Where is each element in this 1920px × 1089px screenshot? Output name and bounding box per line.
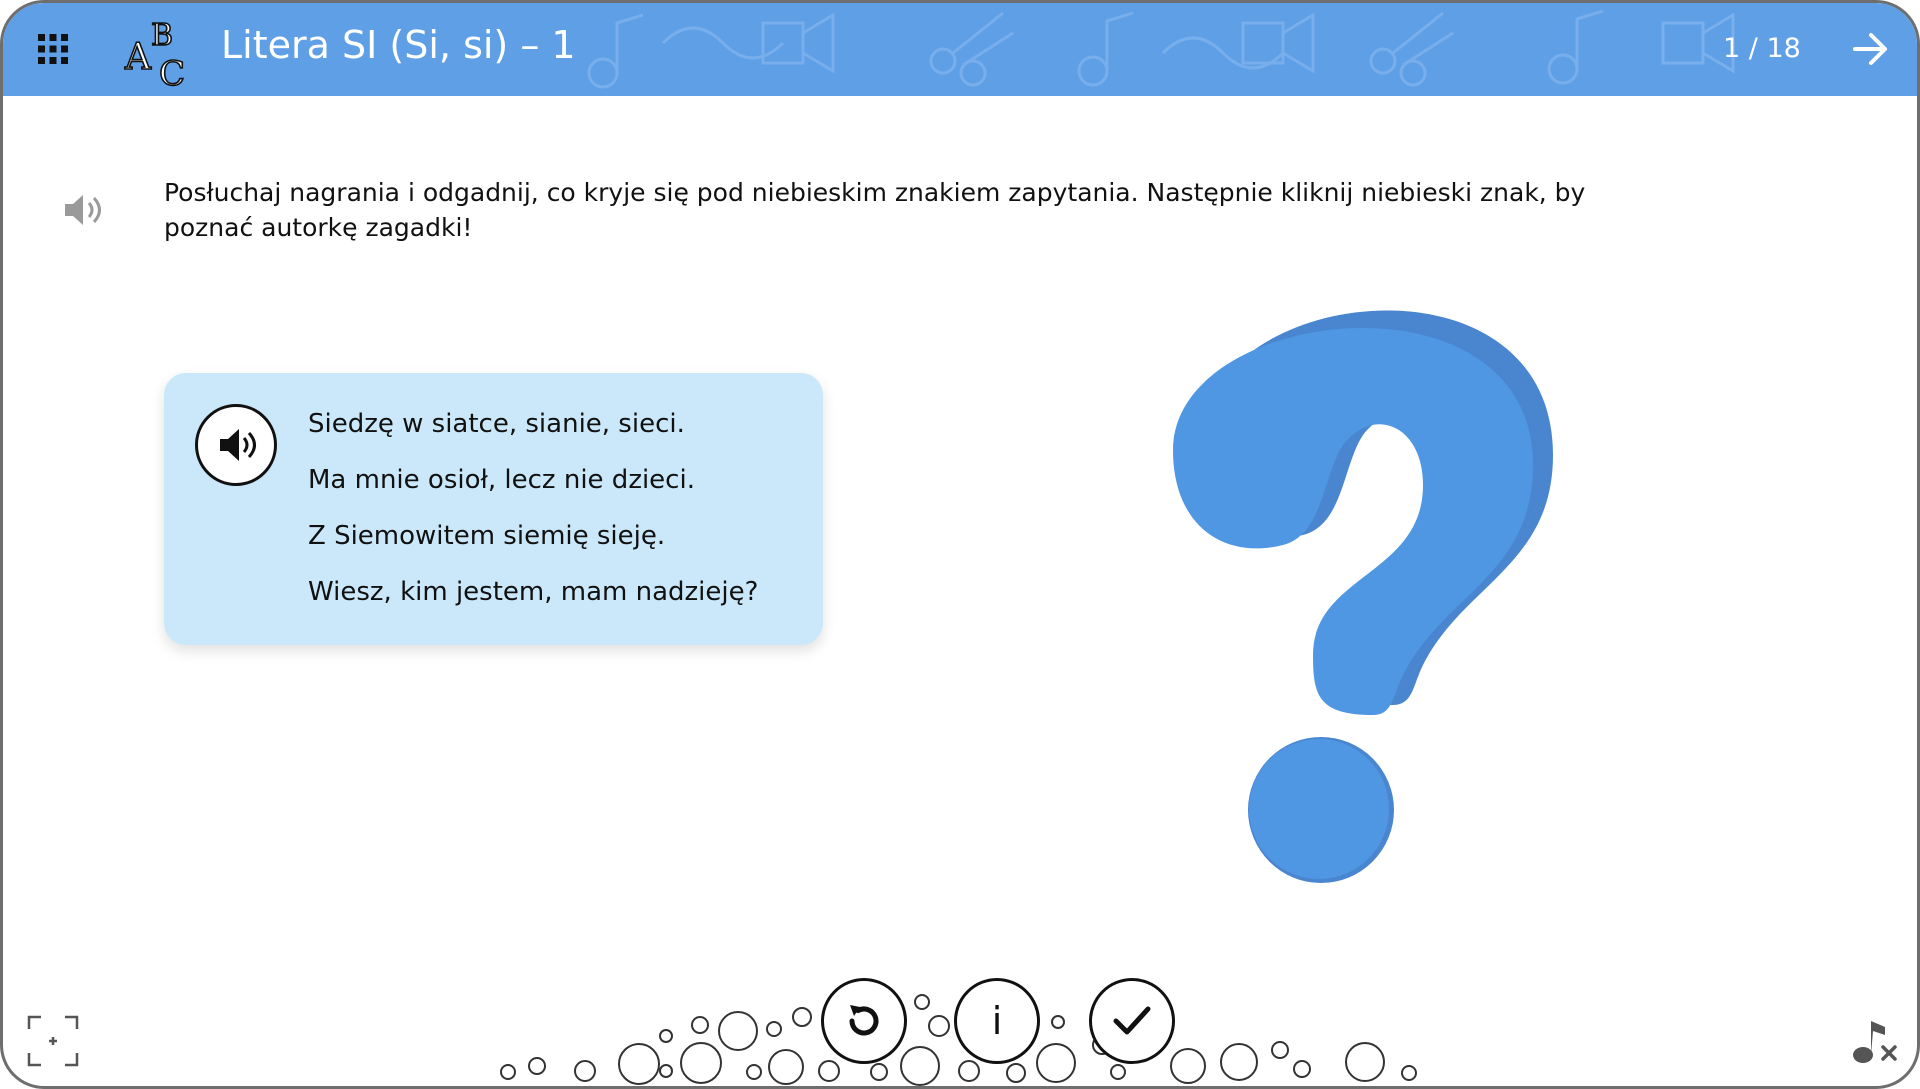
bubble [1271,1041,1289,1059]
reset-button[interactable] [821,978,907,1064]
bubble [659,1029,673,1043]
logo-letter-b: B [151,18,173,53]
riddle-audio-button[interactable] [195,404,277,486]
bubble [1006,1063,1026,1083]
app-frame: A B C Litera SI (Si, si) – 1 1 / 18 Posł… [0,0,1920,1089]
bubble [1036,1043,1076,1083]
bubble [1170,1048,1206,1084]
bubble [659,1064,673,1078]
grid-icon [38,34,68,64]
bubble [958,1060,980,1082]
bubble [1051,1015,1065,1029]
poem-line: Siedzę w siatce, sianie, sieci. [308,409,685,439]
bubble [1345,1042,1385,1082]
question-mark-icon [1173,310,1553,883]
logo-letter-c: C [159,54,185,91]
instruction-speaker-button[interactable] [59,187,105,233]
bubble [691,1016,709,1034]
music-toggle-button[interactable] [1849,1015,1901,1067]
bubble [1293,1060,1311,1078]
fullscreen-icon [27,1015,79,1067]
riddle-poem: Siedzę w siatce, sianie, sieci. Ma mnie … [308,407,758,631]
bubble [870,1063,888,1081]
bubble [768,1049,804,1085]
bubble [1110,1064,1126,1080]
bubble [928,1015,950,1037]
abc-logo: A B C [121,13,201,95]
poem-line: Ma mnie osioł, lecz nie dzieci. [308,465,695,495]
fullscreen-button[interactable] [27,1015,79,1067]
checkmark-icon [1113,1006,1151,1035]
bubble [914,994,930,1010]
riddle-card: Siedzę w siatce, sianie, sieci. Ma mnie … [164,373,823,645]
bubble [746,1064,762,1080]
reset-icon [849,1005,879,1036]
bubble [718,1011,758,1051]
bubble [500,1064,516,1080]
bubble [618,1043,660,1085]
bubble [574,1060,596,1082]
logo-letter-a: A [124,37,152,78]
bubble [680,1042,722,1084]
poem-line: Wiesz, kim jestem, mam nadzieję? [308,577,759,607]
music-off-icon [1853,1021,1897,1063]
page-counter: 1 / 18 [1723,33,1801,64]
info-label: i [991,999,1003,1043]
info-button[interactable]: i [954,978,1040,1064]
bubble [792,1007,812,1027]
menu-grid-button[interactable] [35,31,71,67]
speaker-icon [65,195,101,225]
arrow-right-icon [1853,33,1887,65]
poem-line: Z Siemowitem siemię sieję. [308,521,666,551]
bubble [900,1046,940,1086]
bubble [766,1021,782,1037]
speaker-icon [220,429,256,461]
bubble [1401,1065,1417,1081]
instruction-text: Posłuchaj nagrania i odgadnij, co kryje … [164,178,1586,242]
header-bar: A B C Litera SI (Si, si) – 1 1 / 18 [3,3,1917,96]
check-button[interactable] [1089,978,1175,1064]
bubble [1220,1043,1258,1081]
page-title: Litera SI (Si, si) – 1 [221,23,576,67]
next-button[interactable] [1851,29,1891,69]
question-mark-button[interactable] [1123,265,1573,895]
bubble [818,1060,840,1082]
bubble [528,1057,546,1075]
